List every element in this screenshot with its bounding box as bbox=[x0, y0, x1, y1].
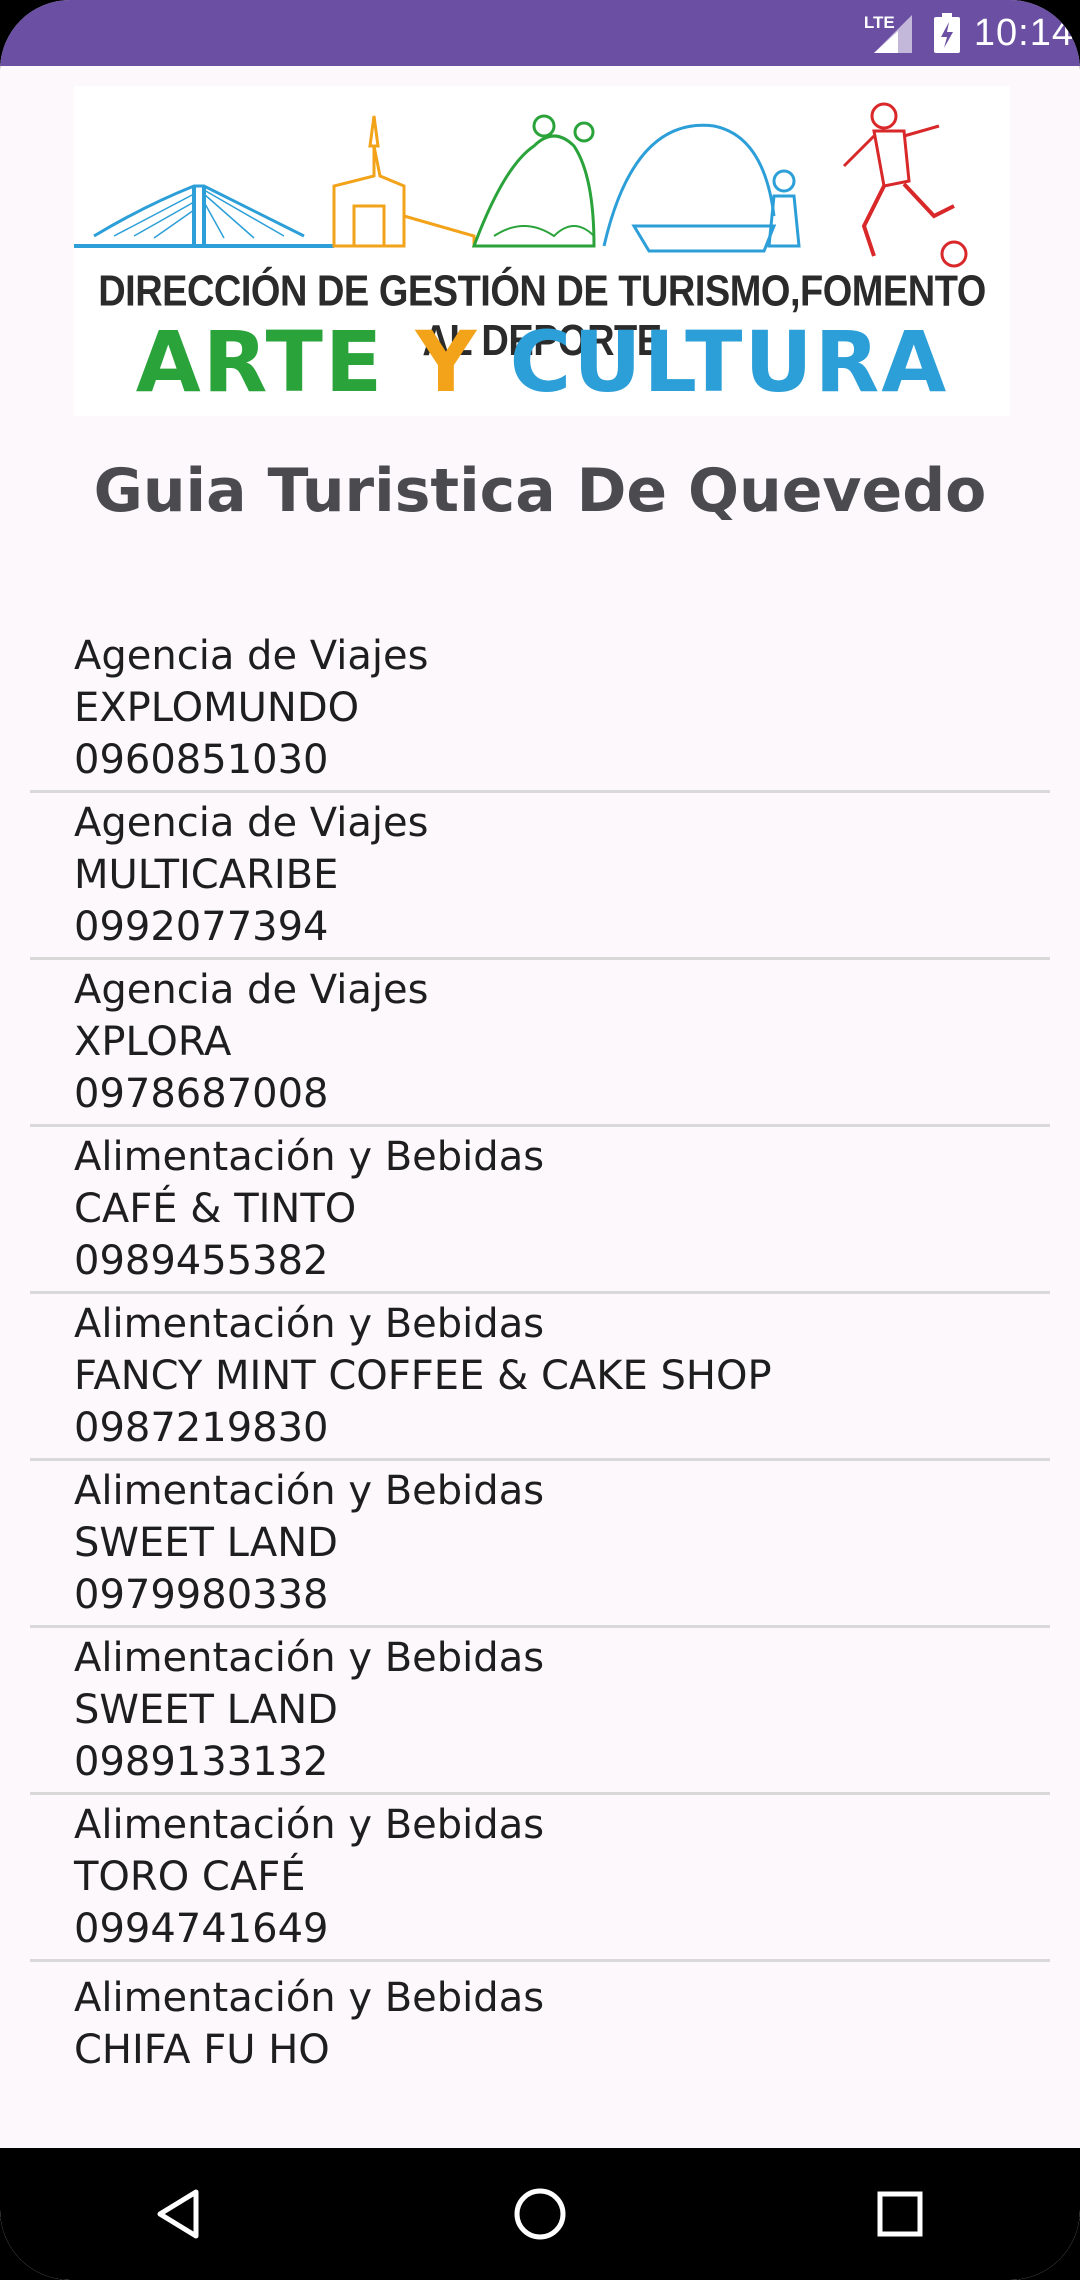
list-item[interactable]: Agencia de Viajes XPLORA 0978687008 bbox=[30, 960, 1050, 1127]
item-name: SWEET LAND bbox=[74, 1520, 338, 1566]
list-item[interactable]: Alimentación y Bebidas TORO CAFÉ 0994741… bbox=[30, 1795, 1050, 1962]
business-list[interactable]: Agencia de Viajes EXPLOMUNDO 0960851030 … bbox=[30, 626, 1050, 2088]
home-button[interactable] bbox=[495, 2169, 585, 2259]
item-phone: 0994741649 bbox=[74, 1906, 329, 1952]
list-item[interactable]: Alimentación y Bebidas CAFÉ & TINTO 0989… bbox=[30, 1127, 1050, 1294]
item-name: MULTICARIBE bbox=[74, 852, 339, 898]
item-category: Alimentación y Bebidas bbox=[74, 1468, 545, 1514]
item-phone: 0989455382 bbox=[74, 1238, 329, 1284]
item-name: TORO CAFÉ bbox=[74, 1854, 306, 1900]
banner-title-word-cultura: CULTURA bbox=[509, 313, 949, 411]
item-phone: 0978687008 bbox=[74, 1071, 329, 1117]
signal-icon: LTE bbox=[864, 11, 920, 55]
list-item[interactable]: Alimentación y Bebidas FANCY MINT COFFEE… bbox=[30, 1294, 1050, 1461]
item-phone: 0979980338 bbox=[74, 1572, 329, 1618]
item-category: Alimentación y Bebidas bbox=[74, 1635, 545, 1681]
item-name: SWEET LAND bbox=[74, 1687, 338, 1733]
item-category: Alimentación y Bebidas bbox=[74, 1802, 545, 1848]
list-item[interactable]: Agencia de Viajes MULTICARIBE 0992077394 bbox=[30, 793, 1050, 960]
item-name: CHIFA FU HO bbox=[74, 2027, 330, 2073]
item-phone: 0992077394 bbox=[74, 904, 329, 950]
item-category: Alimentación y Bebidas bbox=[74, 1975, 545, 2021]
item-category: Agencia de Viajes bbox=[74, 633, 429, 679]
back-triangle-icon bbox=[157, 2189, 199, 2239]
battery-charging-icon bbox=[933, 13, 960, 53]
item-name: CAFÉ & TINTO bbox=[74, 1186, 357, 1232]
list-item[interactable]: Agencia de Viajes EXPLOMUNDO 0960851030 bbox=[30, 626, 1050, 793]
list-item[interactable]: Alimentación y Bebidas CHIFA FU HO bbox=[30, 1962, 1050, 2088]
item-category: Alimentación y Bebidas bbox=[74, 1134, 545, 1180]
recents-button[interactable] bbox=[855, 2169, 945, 2259]
back-button[interactable] bbox=[135, 2169, 225, 2259]
recents-square-icon bbox=[877, 2191, 923, 2237]
page-title: Guia Turistica De Quevedo bbox=[93, 456, 987, 526]
item-phone: 0987219830 bbox=[74, 1405, 329, 1451]
phone-screen: LTE 10:14 DIRECCIÓN DE GESTIÓN DE TURISM… bbox=[0, 0, 1080, 2280]
banner-title-word-arte: ARTE bbox=[135, 313, 385, 411]
list-item[interactable]: Alimentación y Bebidas SWEET LAND 098913… bbox=[30, 1628, 1050, 1795]
item-name: FANCY MINT COFFEE & CAKE SHOP bbox=[74, 1353, 772, 1399]
item-name: XPLORA bbox=[74, 1019, 232, 1065]
banner-title: ARTE Y CULTURA bbox=[74, 320, 1010, 404]
banner-title-word-y: Y bbox=[415, 313, 479, 411]
item-category: Agencia de Viajes bbox=[74, 800, 429, 846]
list-item[interactable]: Alimentación y Bebidas SWEET LAND 097998… bbox=[30, 1461, 1050, 1628]
banner-illustration bbox=[74, 102, 968, 268]
navigation-bar bbox=[0, 2148, 1080, 2280]
status-bar: LTE 10:14 bbox=[0, 0, 1080, 66]
home-circle-icon bbox=[514, 2188, 566, 2240]
item-name: EXPLOMUNDO bbox=[74, 685, 360, 731]
clock: 10:14 bbox=[973, 11, 1074, 54]
item-category: Alimentación y Bebidas bbox=[74, 1301, 545, 1347]
item-phone: 0960851030 bbox=[74, 737, 329, 783]
item-category: Agencia de Viajes bbox=[74, 967, 429, 1013]
status-icons: LTE 10:14 bbox=[864, 0, 1080, 66]
tourism-banner-logo: DIRECCIÓN DE GESTIÓN DE TURISMO,FOMENTO … bbox=[74, 86, 1010, 416]
item-phone: 0989133132 bbox=[74, 1739, 329, 1785]
